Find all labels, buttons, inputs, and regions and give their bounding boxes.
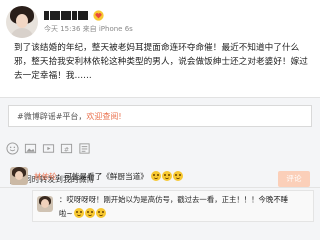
comment-body: ：可能是看了《鲜厨当道》 [56,172,148,181]
video-icon[interactable] [42,142,55,155]
reply-text-line1: ：哎呀呀呀！刚开始以为是高仿号，戳过去一看，正主！！！今晚不睡 [59,195,289,204]
svg-text:#: # [64,145,69,153]
laugh-emoji-icon [73,208,84,218]
divider [0,187,320,188]
laugh-emoji-icon [84,208,95,218]
promo-text: #微博辟谣#平台， [17,111,87,121]
censor-bar [44,10,49,20]
laugh-emoji-icon [95,208,106,218]
censor-bar [72,10,77,20]
laugh-emoji-icon [151,171,162,181]
reply-text-line2: 啦~ [59,208,106,219]
commenter-avatar[interactable] [10,167,28,185]
poster-avatar[interactable] [6,6,38,38]
promo-link[interactable]: 欢迎查阅! [86,111,121,122]
comment-text: 林依轮：可能是看了《鲜厨当道》 [34,171,184,182]
heart-icon [93,9,104,21]
emoji-icon[interactable] [6,142,19,155]
laugh-emoji-icon [173,171,184,181]
reply-item: ：哎呀呀呀！刚开始以为是高仿号，戳过去一看，正主！！！今晚不睡 啦~ [32,190,314,222]
censor-bar [50,10,60,20]
comment-toolbar: # [6,142,91,155]
laugh-emoji-icon [162,171,173,181]
reply-text-tail: 啦~ [59,209,73,218]
commenter-name[interactable]: 林依轮 [34,172,57,181]
weibo-post: 今天 15:36 来自 iPhone 6s 到了该结婚的年纪，整天被老妈耳提面命… [0,0,320,97]
topic-icon[interactable]: # [60,142,73,155]
censor-bar [61,10,71,20]
censor-bar [78,10,88,20]
replier-avatar[interactable] [37,196,53,212]
post-meta: 今天 15:36 来自 iPhone 6s [44,25,133,33]
image-icon[interactable] [24,142,37,155]
post-body: 到了该结婚的年纪，整天被老妈耳提面命连环夺命催！最近不知道中了什么邪，整天拾我安… [14,43,308,81]
comment-input[interactable]: #微博辟谣#平台， 欢迎查阅! [8,105,312,127]
list-icon[interactable] [78,142,91,155]
poster-name-censored[interactable] [44,9,104,21]
submit-comment-button[interactable]: 评论 [278,171,310,187]
